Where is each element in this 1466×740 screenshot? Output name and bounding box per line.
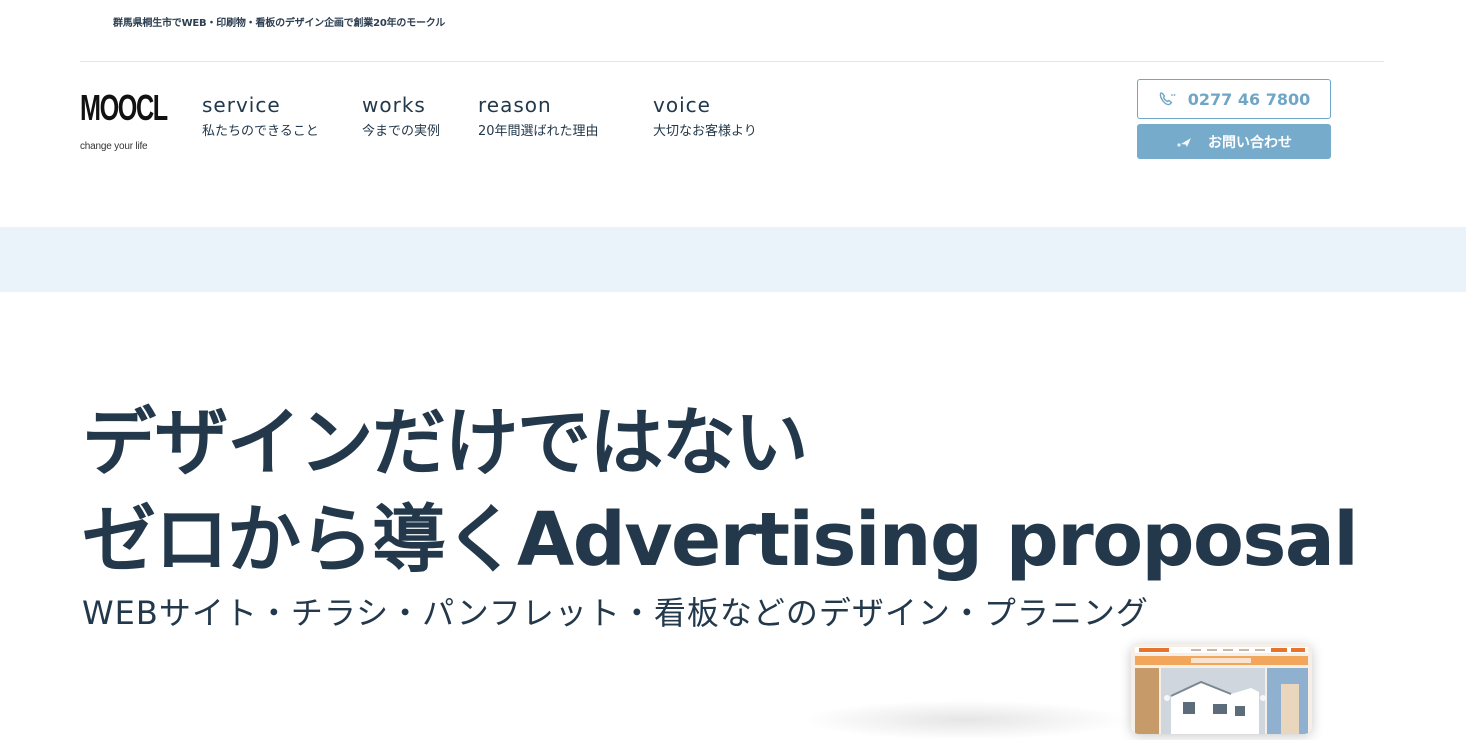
phone-icon [1158, 91, 1176, 107]
nav-item-label: works [362, 93, 426, 117]
hero-heading-line-2: ゼロから導くAdvertising proposal [82, 497, 1359, 583]
nav-item-service[interactable]: service 私たちのできること [202, 92, 319, 140]
nav-item-label: service [202, 93, 281, 117]
contact-button[interactable]: お問い合わせ [1137, 124, 1331, 159]
contact-button-label: お問い合わせ [1208, 134, 1292, 151]
phone-button[interactable]: 0277 46 7800 [1137, 79, 1331, 119]
paper-plane-icon [1176, 135, 1194, 149]
hero-heading-line-1: デザインだけではない [82, 400, 809, 486]
nav-item-voice[interactable]: voice 大切なお客様より [653, 92, 757, 140]
hero-band [0, 227, 1466, 292]
nav-item-caption: 今までの実例 [362, 124, 441, 139]
nav-item-caption: 大切なお客様より [653, 124, 757, 139]
logo-subtitle: change your life [80, 141, 148, 152]
logo-wordmark: MOOCL [80, 87, 168, 128]
nav-item-caption: 20年間選ばれた理由 [478, 124, 599, 139]
nav-item-caption: 私たちのできること [202, 124, 319, 139]
site-logo[interactable]: MOOCL change your life [80, 84, 168, 152]
header-divider [80, 61, 1384, 62]
phone-number: 0277 46 7800 [1187, 89, 1311, 109]
device-shadow [800, 700, 1130, 740]
website-preview-thumbnail [1131, 644, 1312, 734]
nav-item-works[interactable]: works 今までの実例 [362, 92, 440, 140]
hero-subtitle: WEBサイト・チラシ・パンフレット・看板などのデザイン・プラニング [82, 594, 1149, 632]
nav-item-reason[interactable]: reason 20年間選ばれた理由 [478, 92, 599, 140]
site-tagline: 群馬県桐生市でWEB・印刷物・看板のデザイン企画で創業20年のモークル [113, 18, 446, 29]
nav-item-label: voice [653, 93, 711, 117]
nav-item-label: reason [478, 93, 552, 117]
